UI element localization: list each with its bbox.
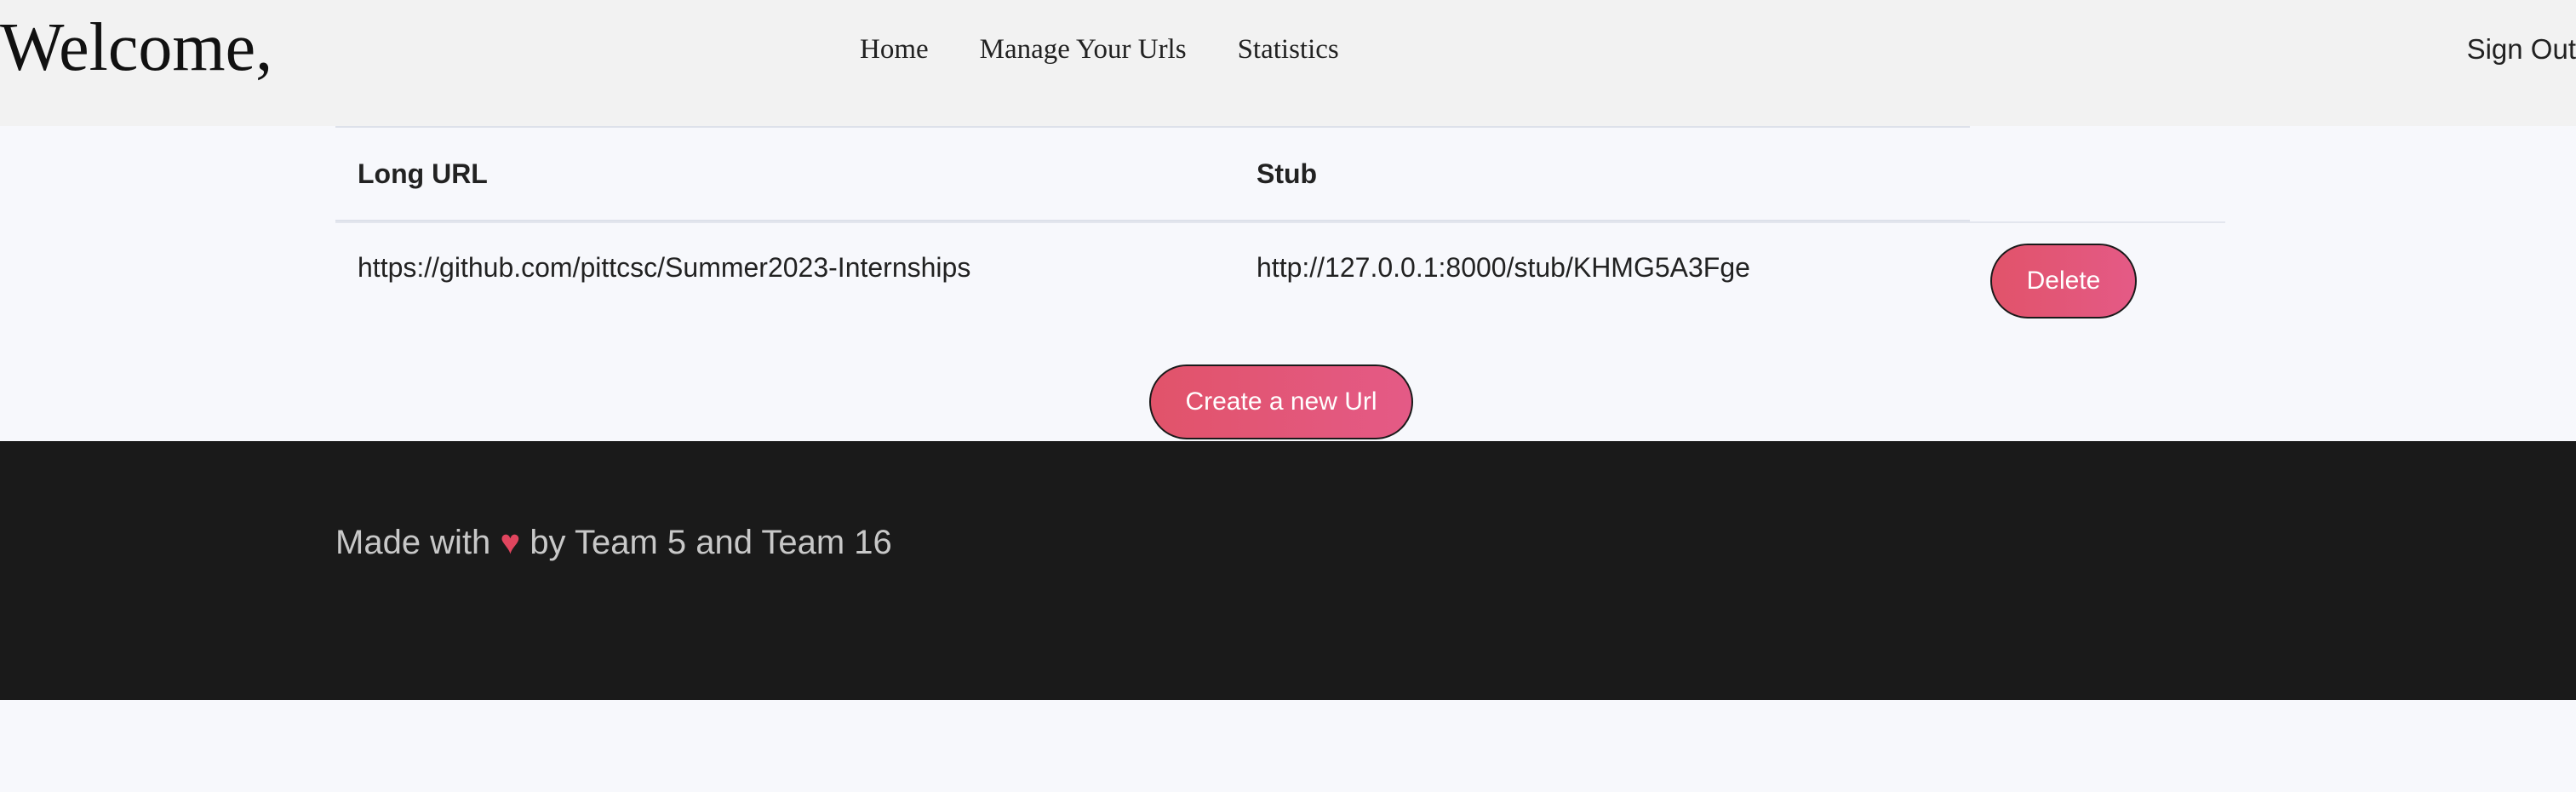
footer-credits: Made with ♥ by Team 5 and Team 16 xyxy=(335,519,892,565)
column-header-stub: Stub xyxy=(1257,158,1318,189)
nav-statistics-link[interactable]: Statistics xyxy=(1238,29,1339,70)
footer: Made with ♥ by Team 5 and Team 16 xyxy=(0,441,2576,700)
footer-text-after: by Team 5 and Team 16 xyxy=(530,524,892,561)
nav-home-link[interactable]: Home xyxy=(860,29,929,70)
url-table: Long URL Stub https://github.com/pittcsc… xyxy=(335,126,2225,347)
heart-icon: ♥ xyxy=(500,524,521,561)
column-header-long-url: Long URL xyxy=(358,158,488,189)
footer-text-before: Made with xyxy=(335,524,491,561)
sign-out-link[interactable]: Sign Out xyxy=(2467,29,2576,70)
nav-manage-urls-link[interactable]: Manage Your Urls xyxy=(980,29,1187,70)
main-nav: Home Manage Your Urls Statistics xyxy=(860,29,1339,70)
delete-button[interactable]: Delete xyxy=(1990,244,2137,319)
table-header: Long URL Stub xyxy=(335,126,1970,223)
long-url-cell: https://github.com/pittcsc/Summer2023-In… xyxy=(358,252,971,283)
top-header: Welcome, Home Manage Your Urls Statistic… xyxy=(0,0,2576,126)
create-new-url-button[interactable]: Create a new Url xyxy=(1149,364,1413,439)
table-row: https://github.com/pittcsc/Summer2023-In… xyxy=(335,221,2225,347)
welcome-title: Welcome, xyxy=(0,10,273,85)
stub-cell: http://127.0.0.1:8000/stub/KHMG5A3Fge xyxy=(1257,252,1750,283)
